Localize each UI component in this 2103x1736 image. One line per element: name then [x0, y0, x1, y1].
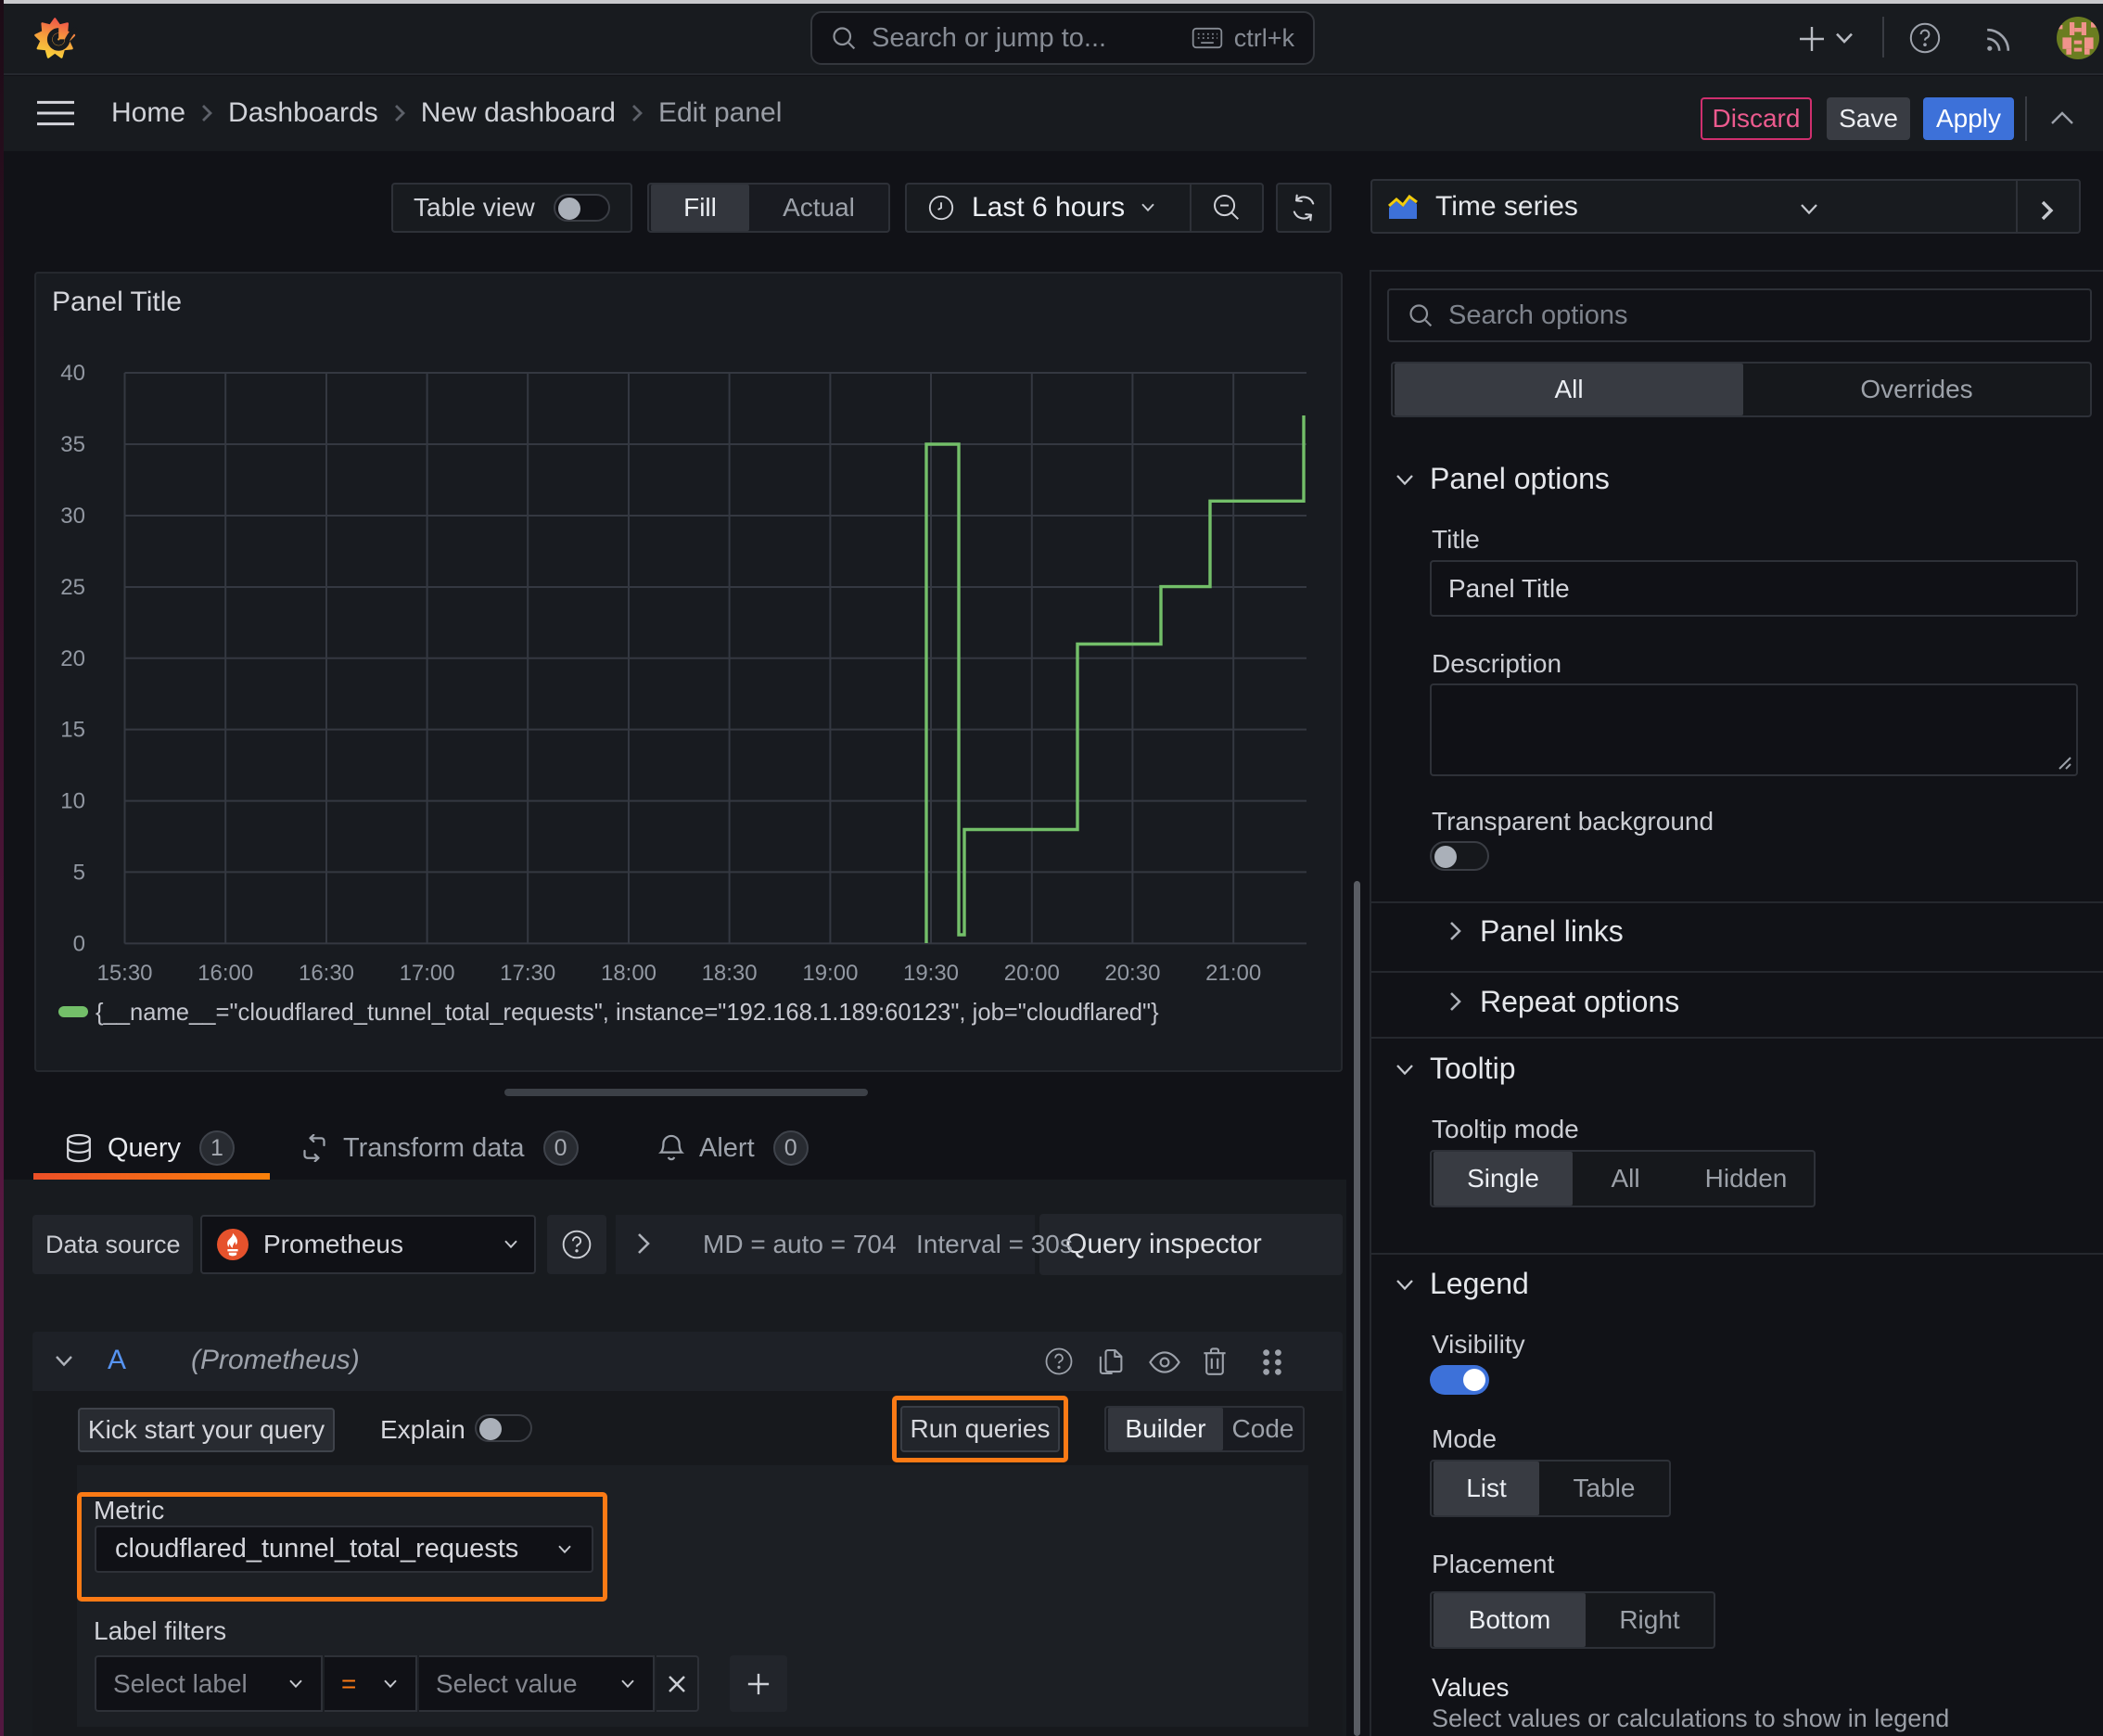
svg-text:18:00: 18:00	[601, 961, 656, 986]
svg-text:35: 35	[60, 432, 85, 457]
svg-text:30: 30	[60, 504, 85, 529]
svg-text:20: 20	[60, 646, 85, 671]
svg-text:20:00: 20:00	[1004, 961, 1060, 986]
svg-text:{__name__="cloudflared_tunnel_: {__name__="cloudflared_tunnel_total_requ…	[96, 1000, 1159, 1026]
svg-text:25: 25	[60, 575, 85, 600]
svg-text:16:00: 16:00	[198, 961, 253, 986]
svg-text:19:00: 19:00	[802, 961, 858, 986]
svg-text:5: 5	[73, 860, 85, 885]
svg-text:17:30: 17:30	[500, 961, 555, 986]
svg-text:40: 40	[60, 361, 85, 386]
svg-text:18:30: 18:30	[702, 961, 758, 986]
svg-text:0: 0	[73, 931, 85, 956]
svg-text:16:30: 16:30	[299, 961, 354, 986]
svg-text:21:00: 21:00	[1205, 961, 1261, 986]
svg-text:17:00: 17:00	[400, 961, 455, 986]
svg-text:15:30: 15:30	[96, 961, 152, 986]
svg-text:15: 15	[60, 718, 85, 743]
svg-text:10: 10	[60, 789, 85, 814]
svg-text:19:30: 19:30	[903, 961, 959, 986]
svg-text:20:30: 20:30	[1104, 961, 1160, 986]
